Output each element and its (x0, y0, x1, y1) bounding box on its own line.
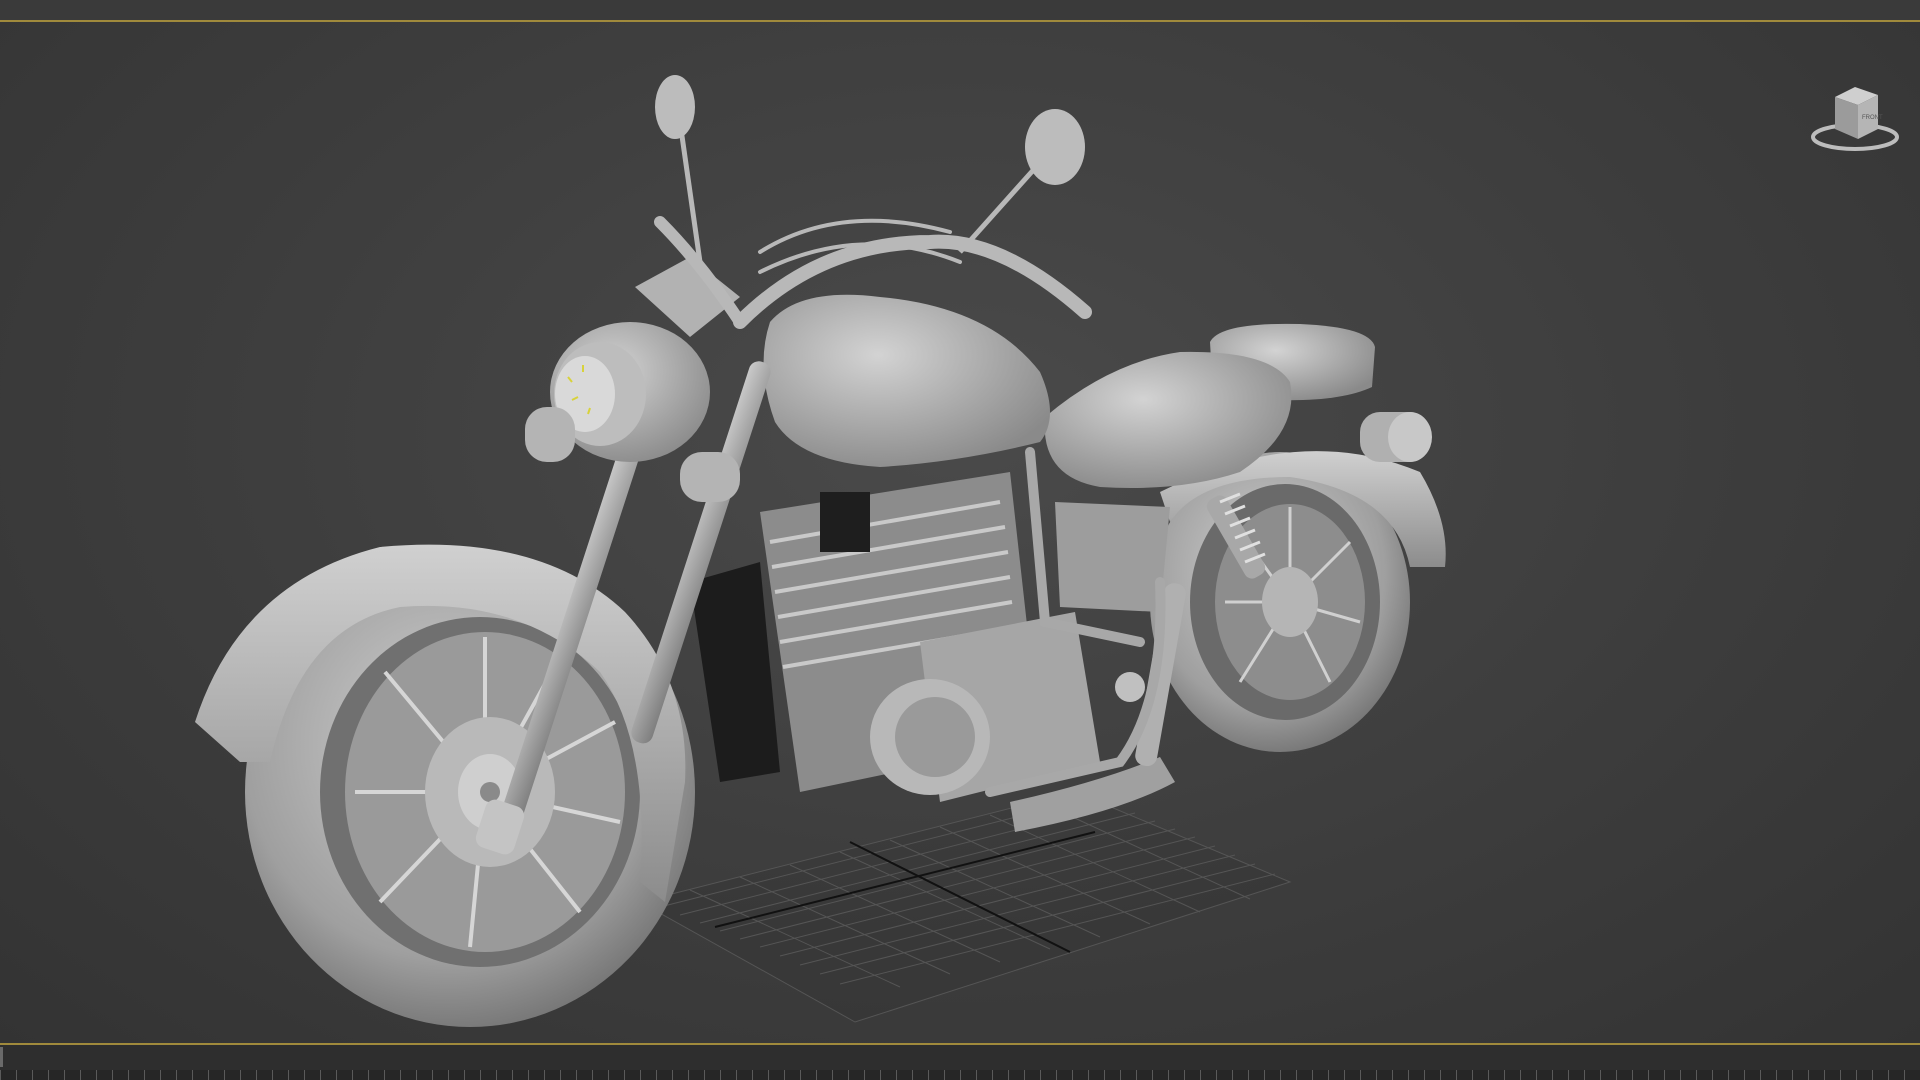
ground-grid (638, 791, 1292, 1023)
frame-gap (690, 562, 780, 782)
mirrors (655, 75, 1085, 263)
fuel-tank (763, 294, 1050, 467)
tail-light (1360, 412, 1432, 462)
perspective-viewport[interactable]: FRONT (0, 20, 1920, 1045)
top-toolbar-strip (0, 0, 1920, 20)
timeline-track[interactable] (0, 1070, 1920, 1080)
time-slider-handle[interactable] (0, 1047, 3, 1067)
side-cover (1055, 502, 1170, 612)
scene-canvas[interactable] (0, 22, 1920, 1045)
